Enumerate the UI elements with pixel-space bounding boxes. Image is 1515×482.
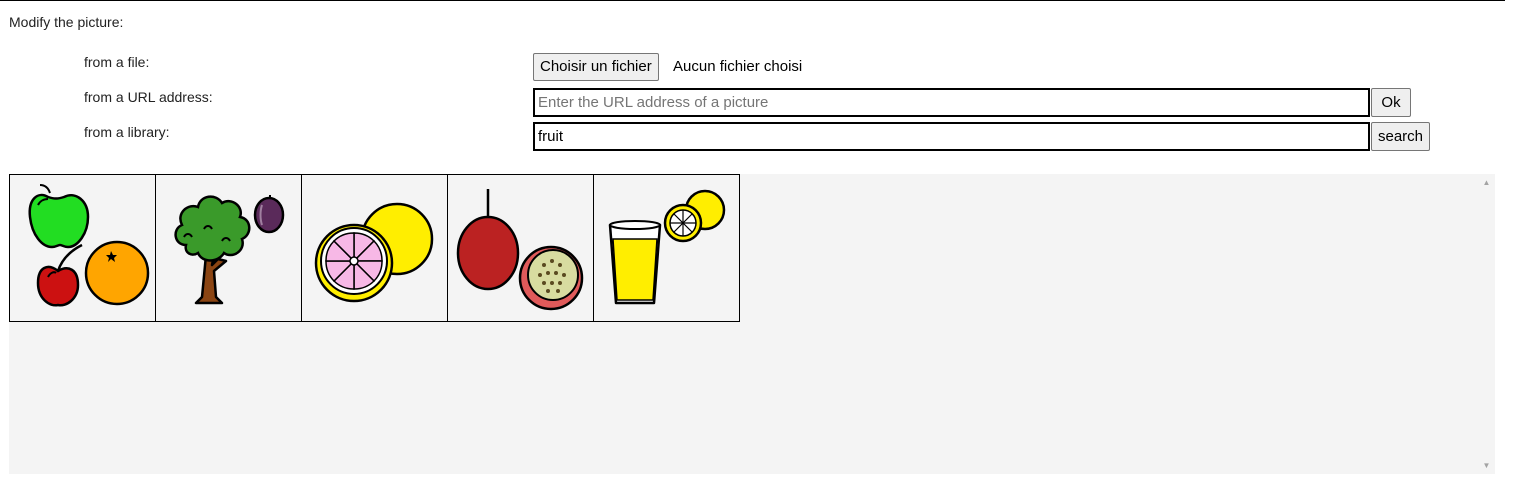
gallery-tile[interactable] — [301, 174, 448, 322]
gallery-tiles — [9, 174, 740, 322]
url-input[interactable] — [533, 88, 1370, 117]
passion-fruit-icon — [456, 189, 584, 311]
gallery-tile[interactable] — [593, 174, 740, 322]
fruits-apple-cherry-orange-icon — [28, 184, 150, 307]
gallery-tile[interactable] — [155, 174, 302, 322]
url-row-label: from a URL address: — [84, 89, 213, 105]
gallery-tile[interactable] — [9, 174, 156, 322]
plum-tree-icon — [174, 195, 285, 305]
library-search-input[interactable] — [533, 122, 1370, 151]
library-row-label: from a library: — [84, 124, 170, 140]
scroll-up-arrow-icon[interactable]: ▲ — [1478, 174, 1495, 191]
picture-library-gallery: ▲ ▼ — [9, 174, 1495, 474]
file-row-label: from a file: — [84, 54, 150, 70]
library-search-button[interactable]: search — [1371, 122, 1430, 151]
file-status-text: Aucun fichier choisi — [673, 58, 803, 75]
page-heading: Modify the picture: — [9, 14, 124, 30]
grapefruit-icon — [314, 202, 434, 303]
url-ok-button[interactable]: Ok — [1371, 88, 1411, 117]
gallery-tile[interactable] — [447, 174, 594, 322]
scroll-down-arrow-icon[interactable]: ▼ — [1478, 457, 1495, 474]
lemon-juice-icon — [608, 189, 726, 305]
choose-file-button[interactable]: Choisir un fichier — [533, 53, 659, 81]
gallery-scrollbar[interactable]: ▲ ▼ — [1478, 174, 1495, 474]
top-divider — [0, 0, 1505, 1]
